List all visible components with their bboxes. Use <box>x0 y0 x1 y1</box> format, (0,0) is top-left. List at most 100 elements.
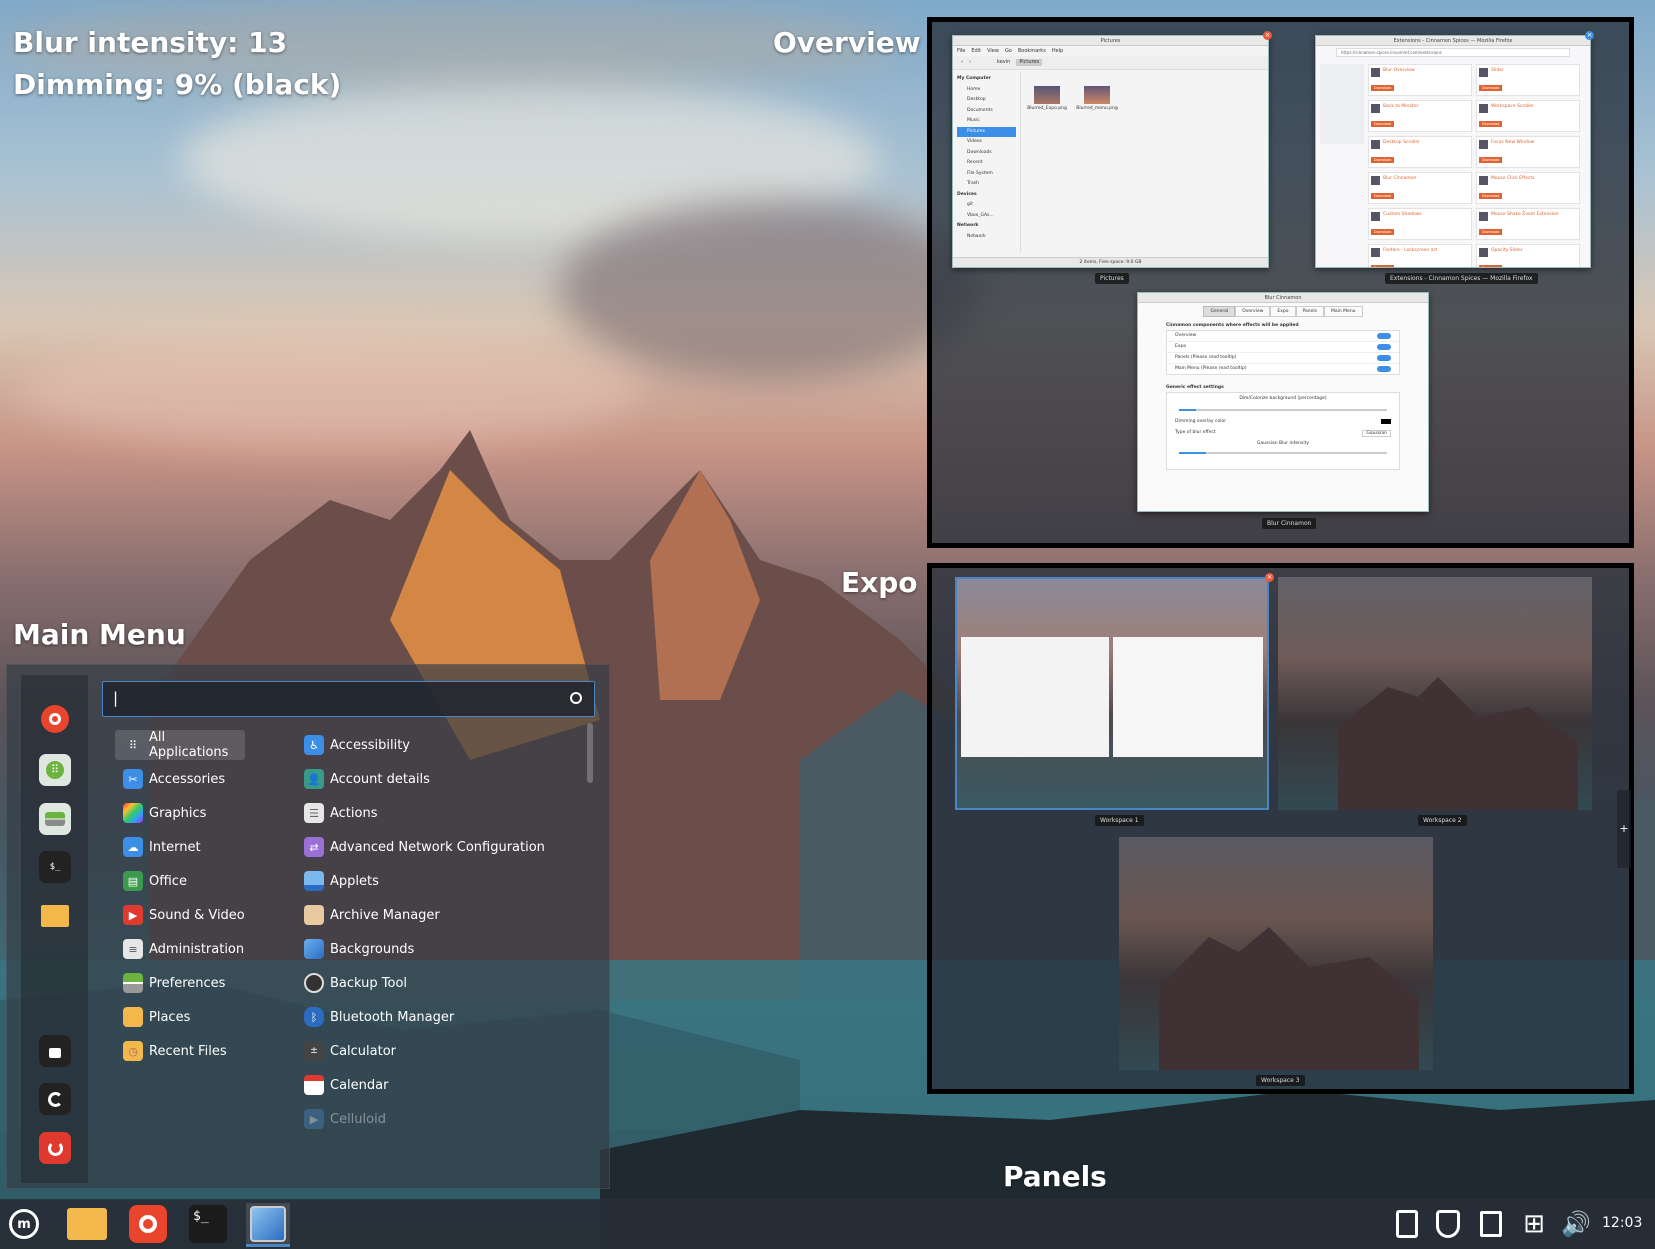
sidebar-item[interactable]: Downloads <box>957 148 1016 159</box>
download-button[interactable]: Download <box>1371 121 1395 127</box>
sidebar-item[interactable]: Home <box>957 85 1016 96</box>
sidebar-item[interactable]: git <box>957 200 1016 211</box>
app-calculator[interactable]: ± Calculator <box>304 1036 396 1066</box>
extension-card[interactable]: Fanfare - Lockscreen art Download <box>1368 244 1472 267</box>
menu-button[interactable]: m <box>2 1203 46 1245</box>
app-calendar[interactable]: Calendar <box>304 1070 388 1100</box>
category-administration[interactable]: ≡ Administration <box>115 934 244 964</box>
download-button[interactable]: Download <box>1479 265 1503 267</box>
toggle-switch[interactable] <box>1377 355 1391 361</box>
extension-card[interactable]: Mouse Shake Zoom Extension Download <box>1476 208 1580 240</box>
add-workspace-button[interactable]: + <box>1617 790 1631 868</box>
sidebar-item[interactable]: File System <box>957 169 1016 180</box>
download-button[interactable]: Download <box>1479 193 1503 199</box>
app-backup-tool[interactable]: Backup Tool <box>304 968 407 998</box>
download-button[interactable]: Download <box>1371 85 1395 91</box>
extension-card[interactable]: Desktop Scroller Download <box>1368 136 1472 168</box>
menu-item[interactable]: Help <box>1052 48 1063 54</box>
firefox-favorite[interactable] <box>41 705 69 733</box>
category-accessories[interactable]: ✂ Accessories <box>115 764 225 794</box>
extension-card[interactable]: Opacity Slider Download <box>1476 244 1580 267</box>
drive-applet[interactable] <box>1476 1207 1506 1241</box>
tab-expo[interactable]: Expo <box>1270 306 1296 317</box>
volume-applet[interactable]: 🔊 <box>1561 1207 1591 1241</box>
file-icon[interactable]: Blurred_menu.png <box>1075 86 1119 111</box>
toggle-switch[interactable] <box>1377 333 1391 339</box>
toggle-switch[interactable] <box>1377 344 1391 350</box>
download-button[interactable]: Download <box>1371 265 1395 267</box>
download-button[interactable]: Download <box>1371 229 1395 235</box>
category-office[interactable]: ▤ Office <box>115 866 187 896</box>
menu-item[interactable]: Edit <box>971 48 981 54</box>
app-account-details[interactable]: 👤 Account details <box>304 764 430 794</box>
forward-icon[interactable]: › <box>969 59 971 66</box>
terminal-launcher[interactable]: $_ <box>186 1203 230 1245</box>
sidebar-item[interactable]: Documents <box>957 106 1016 117</box>
category-graphics[interactable]: Graphics <box>115 798 206 828</box>
extension-card[interactable]: Back to Monitor Download <box>1368 100 1472 132</box>
back-icon[interactable]: ‹ <box>961 59 963 66</box>
tab-overview[interactable]: Overview <box>1235 306 1271 317</box>
download-button[interactable]: Download <box>1479 157 1503 163</box>
app-archive-manager[interactable]: Archive Manager <box>304 900 440 930</box>
breadcrumb[interactable]: Pictures <box>1016 59 1043 66</box>
sidebar-item[interactable]: Music <box>957 116 1016 127</box>
dim-slider[interactable] <box>1179 409 1387 411</box>
firefox-window[interactable]: Extensions - Cinnamon Spices — Mozilla F… <box>1315 35 1591 268</box>
app-bluetooth-manager[interactable]: ᛒ Bluetooth Manager <box>304 1002 454 1032</box>
menu-item[interactable]: Go <box>1005 48 1012 54</box>
workspace-1-thumbnail[interactable] <box>955 577 1269 810</box>
tab-main-menu[interactable]: Main Menu <box>1324 306 1363 317</box>
app-accessibility[interactable]: ♿ Accessibility <box>304 730 410 760</box>
category-preferences[interactable]: Preferences <box>115 968 225 998</box>
toggle-switch[interactable] <box>1377 366 1391 372</box>
download-button[interactable]: Download <box>1479 121 1503 127</box>
file-icon[interactable]: Blurred_Expo.png <box>1025 86 1069 111</box>
network-applet[interactable]: ⊞ <box>1519 1207 1549 1241</box>
files-launcher[interactable] <box>65 1203 109 1245</box>
app-advanced-network[interactable]: ⇄ Advanced Network Configuration <box>304 832 545 862</box>
terminal-favorite[interactable]: $_ <box>39 851 71 883</box>
settings-favorite[interactable] <box>39 803 71 835</box>
scrollbar[interactable] <box>587 723 593 783</box>
blur-settings-window[interactable]: Blur Cinnamon General Overview Expo Pane… <box>1137 292 1429 512</box>
sidebar-item[interactable]: Pictures <box>957 126 1016 137</box>
app-celluloid[interactable]: ▶ Celluloid <box>304 1104 386 1134</box>
download-button[interactable]: Download <box>1479 85 1503 91</box>
file-manager-window[interactable]: Pictures File Edit View Go Bookmarks Hel… <box>952 35 1269 268</box>
clipboard-applet[interactable] <box>1392 1207 1422 1241</box>
download-button[interactable]: Download <box>1371 193 1395 199</box>
category-internet[interactable]: ☁ Internet <box>115 832 201 862</box>
lock-screen-button[interactable] <box>39 1035 71 1067</box>
url-bar[interactable]: https://cinnamon-spices.linuxmint.com/ex… <box>1336 48 1570 57</box>
extension-card[interactable]: Custom Shadows Download <box>1368 208 1472 240</box>
close-icon[interactable]: × <box>1263 31 1272 40</box>
menu-item[interactable]: File <box>957 48 965 54</box>
firefox-launcher[interactable] <box>126 1203 170 1245</box>
workspace-3-thumbnail[interactable] <box>1119 837 1433 1070</box>
extension-card[interactable]: Mouse Click Effects Download <box>1476 172 1580 204</box>
sidebar-item[interactable]: Trash <box>957 179 1016 190</box>
category-recent-files[interactable]: ◷ Recent Files <box>115 1036 227 1066</box>
app-actions[interactable]: ☰ Actions <box>304 798 378 828</box>
sidebar-item[interactable]: Vbox_GAs... <box>957 211 1016 222</box>
update-manager-applet[interactable] <box>1433 1207 1463 1241</box>
blur-settings-launcher[interactable] <box>246 1203 290 1245</box>
files-favorite[interactable] <box>39 900 71 932</box>
extension-card[interactable]: Focus New Window Download <box>1476 136 1580 168</box>
clock[interactable]: 12:03 <box>1602 1215 1642 1231</box>
color-swatch[interactable] <box>1381 419 1391 424</box>
app-backgrounds[interactable]: Backgrounds <box>304 934 414 964</box>
tab-general[interactable]: General <box>1203 306 1236 317</box>
tab-panels[interactable]: Panels <box>1295 306 1324 317</box>
close-icon[interactable]: × <box>1585 31 1594 40</box>
extension-card[interactable]: Workspace Scroller Download <box>1476 100 1580 132</box>
workspace-2-thumbnail[interactable] <box>1278 577 1592 810</box>
sidebar-item[interactable]: Videos <box>957 137 1016 148</box>
breadcrumb[interactable]: kevin <box>997 59 1010 66</box>
sidebar-item[interactable]: Desktop <box>957 95 1016 106</box>
software-manager-favorite[interactable]: ⠿ <box>39 754 71 786</box>
close-icon[interactable]: × <box>1265 573 1274 582</box>
menu-item[interactable]: Bookmarks <box>1018 48 1046 54</box>
extension-card[interactable]: Blur Overview Download <box>1368 64 1472 96</box>
